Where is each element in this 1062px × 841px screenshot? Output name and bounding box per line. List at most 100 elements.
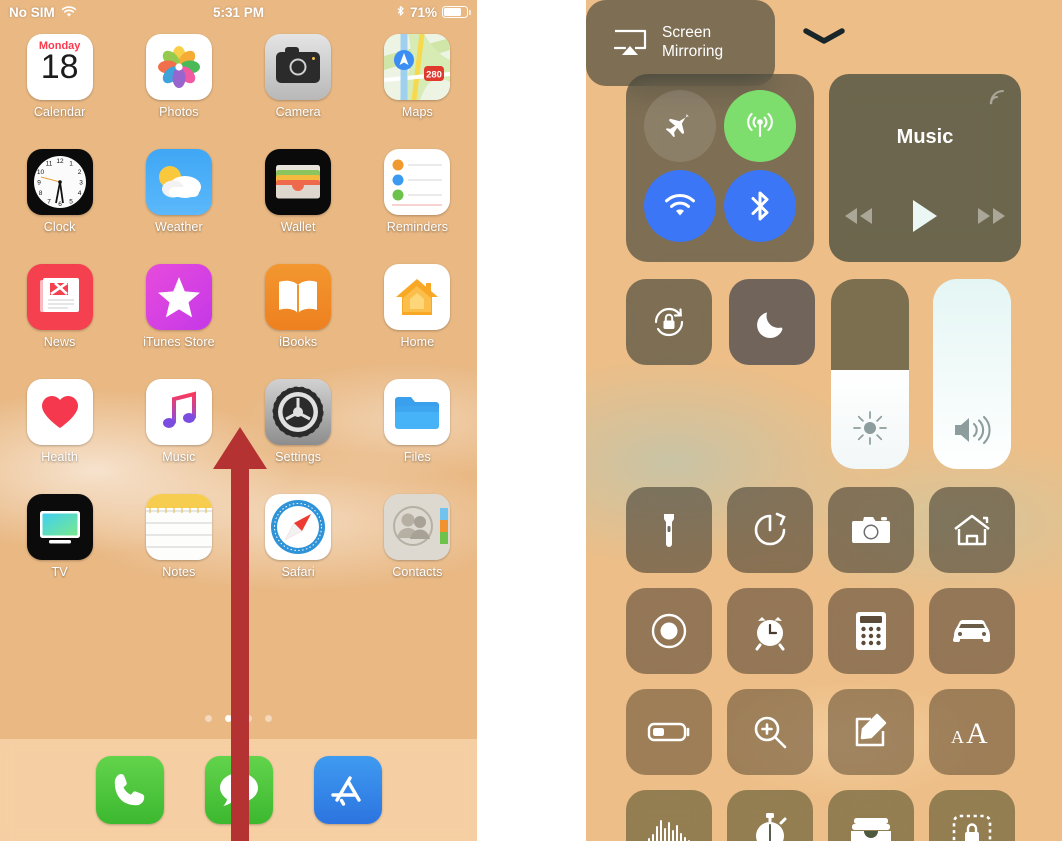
voice-memos-tile[interactable] [626, 790, 712, 841]
app-notes[interactable]: Notes [119, 494, 238, 609]
ibooks-icon [265, 264, 332, 330]
app-label: Wallet [280, 220, 316, 234]
low-power-mode-tile[interactable] [626, 689, 712, 775]
app-news[interactable]: News [0, 264, 119, 379]
screen-record-icon [650, 612, 688, 650]
text-size-tile[interactable]: AA [929, 689, 1015, 775]
app-grid: Monday 18 Calendar Photos Camera 280 Map… [0, 34, 477, 609]
app-label: Clock [43, 220, 76, 234]
app-store-icon[interactable] [313, 756, 382, 824]
app-photos[interactable]: Photos [119, 34, 238, 149]
airplay-video-icon [612, 28, 648, 58]
control-center-panel: Music Screen Mirroring A A [586, 0, 1062, 841]
phone-icon[interactable] [95, 756, 164, 824]
home-tile[interactable] [929, 487, 1015, 573]
note-compose-icon [852, 713, 890, 751]
app-calendar[interactable]: Monday 18 Calendar [0, 34, 119, 149]
app-contacts[interactable]: Contacts [358, 494, 477, 609]
weather-icon [145, 149, 212, 215]
camera-tile[interactable] [828, 487, 914, 573]
files-icon [384, 379, 451, 445]
flashlight-tile[interactable] [626, 487, 712, 573]
wifi-toggle[interactable] [644, 170, 716, 242]
home-screen-panel: No SIM 5:31 PM 71% Monday 18 Calendar Ph… [0, 0, 477, 841]
rewind-icon[interactable] [841, 204, 875, 228]
app-home[interactable]: Home [358, 264, 477, 379]
brightness-slider[interactable] [831, 279, 909, 469]
screen-mirroring-label: Screen Mirroring [662, 24, 723, 61]
moon-icon [754, 304, 790, 340]
app-wallet[interactable]: Wallet [239, 149, 358, 264]
app-row: Health Music Settings Files [0, 379, 477, 494]
app-tv[interactable]: TV [0, 494, 119, 609]
svg-text:4: 4 [77, 190, 81, 197]
app-label: iTunes Store [143, 335, 215, 349]
app-maps[interactable]: 280 Maps [358, 34, 477, 149]
airplane-mode-toggle[interactable] [644, 90, 716, 162]
rotation-lock-toggle[interactable] [626, 279, 712, 365]
app-weather[interactable]: Weather [119, 149, 238, 264]
airplay-audio-icon[interactable] [985, 84, 1009, 108]
app-clock[interactable]: 12 3 6 9 11 1 2 4 5 7 8 10 Clock [0, 149, 119, 264]
page-dot-active[interactable] [225, 715, 232, 722]
page-dot[interactable] [245, 715, 252, 722]
magnifier-tile[interactable] [727, 689, 813, 775]
app-label: Camera [275, 105, 321, 119]
chevron-down-handle-icon[interactable] [802, 27, 846, 45]
calculator-tile[interactable] [828, 588, 914, 674]
screenshot-root: No SIM 5:31 PM 71% Monday 18 Calendar Ph… [0, 0, 1062, 841]
notes-tile[interactable] [828, 689, 914, 775]
app-ibooks[interactable]: iBooks [239, 264, 358, 379]
do-not-disturb-toggle[interactable] [729, 279, 815, 365]
app-itunes-store[interactable]: iTunes Store [119, 264, 238, 379]
bluetooth-toggle[interactable] [724, 170, 796, 242]
home-icon [952, 512, 992, 548]
app-music[interactable]: Music [119, 379, 238, 494]
page-dot[interactable] [265, 715, 272, 722]
guided-access-lock-icon [952, 814, 992, 841]
app-label: Calendar [33, 105, 86, 119]
driving-dnd-tile[interactable] [929, 588, 1015, 674]
wifi-icon [663, 193, 697, 219]
app-camera[interactable]: Camera [239, 34, 358, 149]
wallet-tile[interactable] [828, 790, 914, 841]
svg-text:8: 8 [38, 190, 42, 197]
volume-slider[interactable] [933, 279, 1011, 469]
battery-icon [442, 6, 471, 18]
app-label: Reminders [386, 220, 449, 234]
app-health[interactable]: Health [0, 379, 119, 494]
app-label: Notes [162, 565, 196, 579]
page-dot[interactable] [205, 715, 212, 722]
app-settings[interactable]: Settings [239, 379, 358, 494]
app-reminders[interactable]: Reminders [358, 149, 477, 264]
app-files[interactable]: Files [358, 379, 477, 494]
home-icon [384, 264, 451, 330]
calculator-icon [855, 611, 887, 651]
fast-forward-icon[interactable] [975, 204, 1009, 228]
guided-access-tile[interactable] [929, 790, 1015, 841]
itunes-store-icon [145, 264, 212, 330]
alarm-tile[interactable] [727, 588, 813, 674]
control-center-tiles: AA [626, 487, 1022, 841]
messages-icon[interactable] [204, 756, 273, 824]
app-label: Maps [401, 105, 433, 119]
screen-recording-tile[interactable] [626, 588, 712, 674]
app-safari[interactable]: Safari [239, 494, 358, 609]
cellular-data-toggle[interactable] [724, 90, 796, 162]
tv-icon [26, 494, 93, 560]
play-icon[interactable] [909, 198, 941, 234]
music-title: Music [896, 126, 954, 148]
safari-icon [265, 494, 332, 560]
svg-text:7: 7 [47, 199, 51, 206]
app-label: Photos [159, 105, 199, 119]
page-indicator-dots[interactable] [0, 715, 477, 722]
wallet-icon [265, 149, 332, 215]
app-label: Files [403, 450, 431, 464]
status-bar: No SIM 5:31 PM 71% [0, 0, 477, 24]
screen-mirroring-label-line1: Screen [662, 24, 712, 42]
app-label: TV [51, 565, 68, 579]
calendar-icon: Monday 18 [26, 34, 93, 100]
timer-tile[interactable] [727, 487, 813, 573]
stopwatch-tile[interactable] [727, 790, 813, 841]
music-module[interactable]: Music [829, 74, 1021, 262]
